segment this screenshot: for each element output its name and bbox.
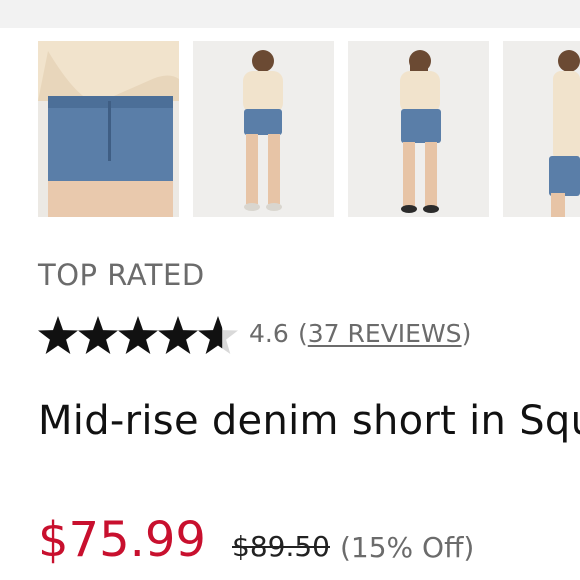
top-bar [0, 0, 580, 28]
star-filled-4 [158, 316, 198, 354]
original-price: $89.50 [232, 530, 330, 563]
thumbnail-full-front[interactable] [193, 41, 334, 217]
thumbnail-full-back[interactable] [348, 41, 489, 217]
star-filled-3 [118, 316, 158, 354]
top-rated-badge: TOP RATED [38, 258, 205, 292]
reviews-link-group[interactable]: (37 REVIEWS) [298, 319, 471, 348]
rating-value: 4.6 [249, 319, 289, 348]
star-filled-1 [38, 316, 78, 354]
product-title: Mid-rise denim short in Squ [38, 398, 580, 444]
rating-stars [38, 316, 238, 354]
thumbnail-closeup-front[interactable] [38, 41, 179, 217]
discount-percent: (15% Off) [340, 531, 475, 564]
thumbnail-side[interactable] [503, 41, 580, 217]
reviews-link[interactable]: 37 REVIEWS [308, 319, 462, 348]
reviews-close-paren: ) [461, 319, 472, 348]
star-filled-2 [78, 316, 118, 354]
rating-row: 4.6 (37 REVIEWS) [36, 311, 580, 361]
reviews-open-paren: ( [298, 319, 308, 348]
sale-price: $75.99 [38, 512, 206, 568]
